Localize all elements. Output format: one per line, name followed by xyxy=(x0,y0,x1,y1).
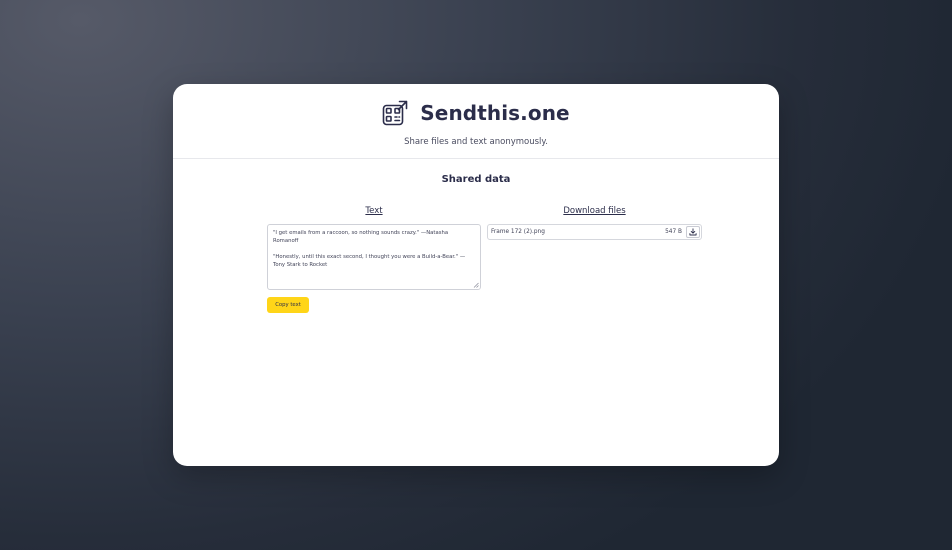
download-icon xyxy=(689,228,697,236)
text-column: Text "I get emails from a raccoon, so no… xyxy=(267,206,481,313)
header: Sendthis.one Share files and text anonym… xyxy=(173,84,779,159)
main-card: Sendthis.one Share files and text anonym… xyxy=(173,84,779,466)
text-line: "Honestly, until this exact second, I th… xyxy=(273,254,466,268)
download-button[interactable] xyxy=(686,226,700,238)
shared-text-area[interactable]: "I get emails from a raccoon, so nothing… xyxy=(267,224,481,290)
resize-grip-icon[interactable] xyxy=(473,282,479,288)
files-column: Download files Frame 172 (2).png 547 B xyxy=(487,206,702,240)
text-heading: Text xyxy=(365,206,383,216)
text-spacer xyxy=(273,245,475,253)
section-title: Shared data xyxy=(441,174,511,185)
file-size: 547 B xyxy=(665,229,682,235)
brand[interactable]: Sendthis.one xyxy=(173,100,779,126)
file-name: Frame 172 (2).png xyxy=(491,229,545,235)
qr-code-send-icon xyxy=(382,100,408,126)
app-title: Sendthis.one xyxy=(420,101,570,125)
copy-text-button[interactable]: Copy text xyxy=(267,297,309,313)
download-files-heading[interactable]: Download files xyxy=(487,206,702,220)
text-line: "I get emails from a raccoon, so nothing… xyxy=(273,230,449,244)
file-row: Frame 172 (2).png 547 B xyxy=(487,224,702,240)
tagline: Share files and text anonymously. xyxy=(404,137,548,147)
